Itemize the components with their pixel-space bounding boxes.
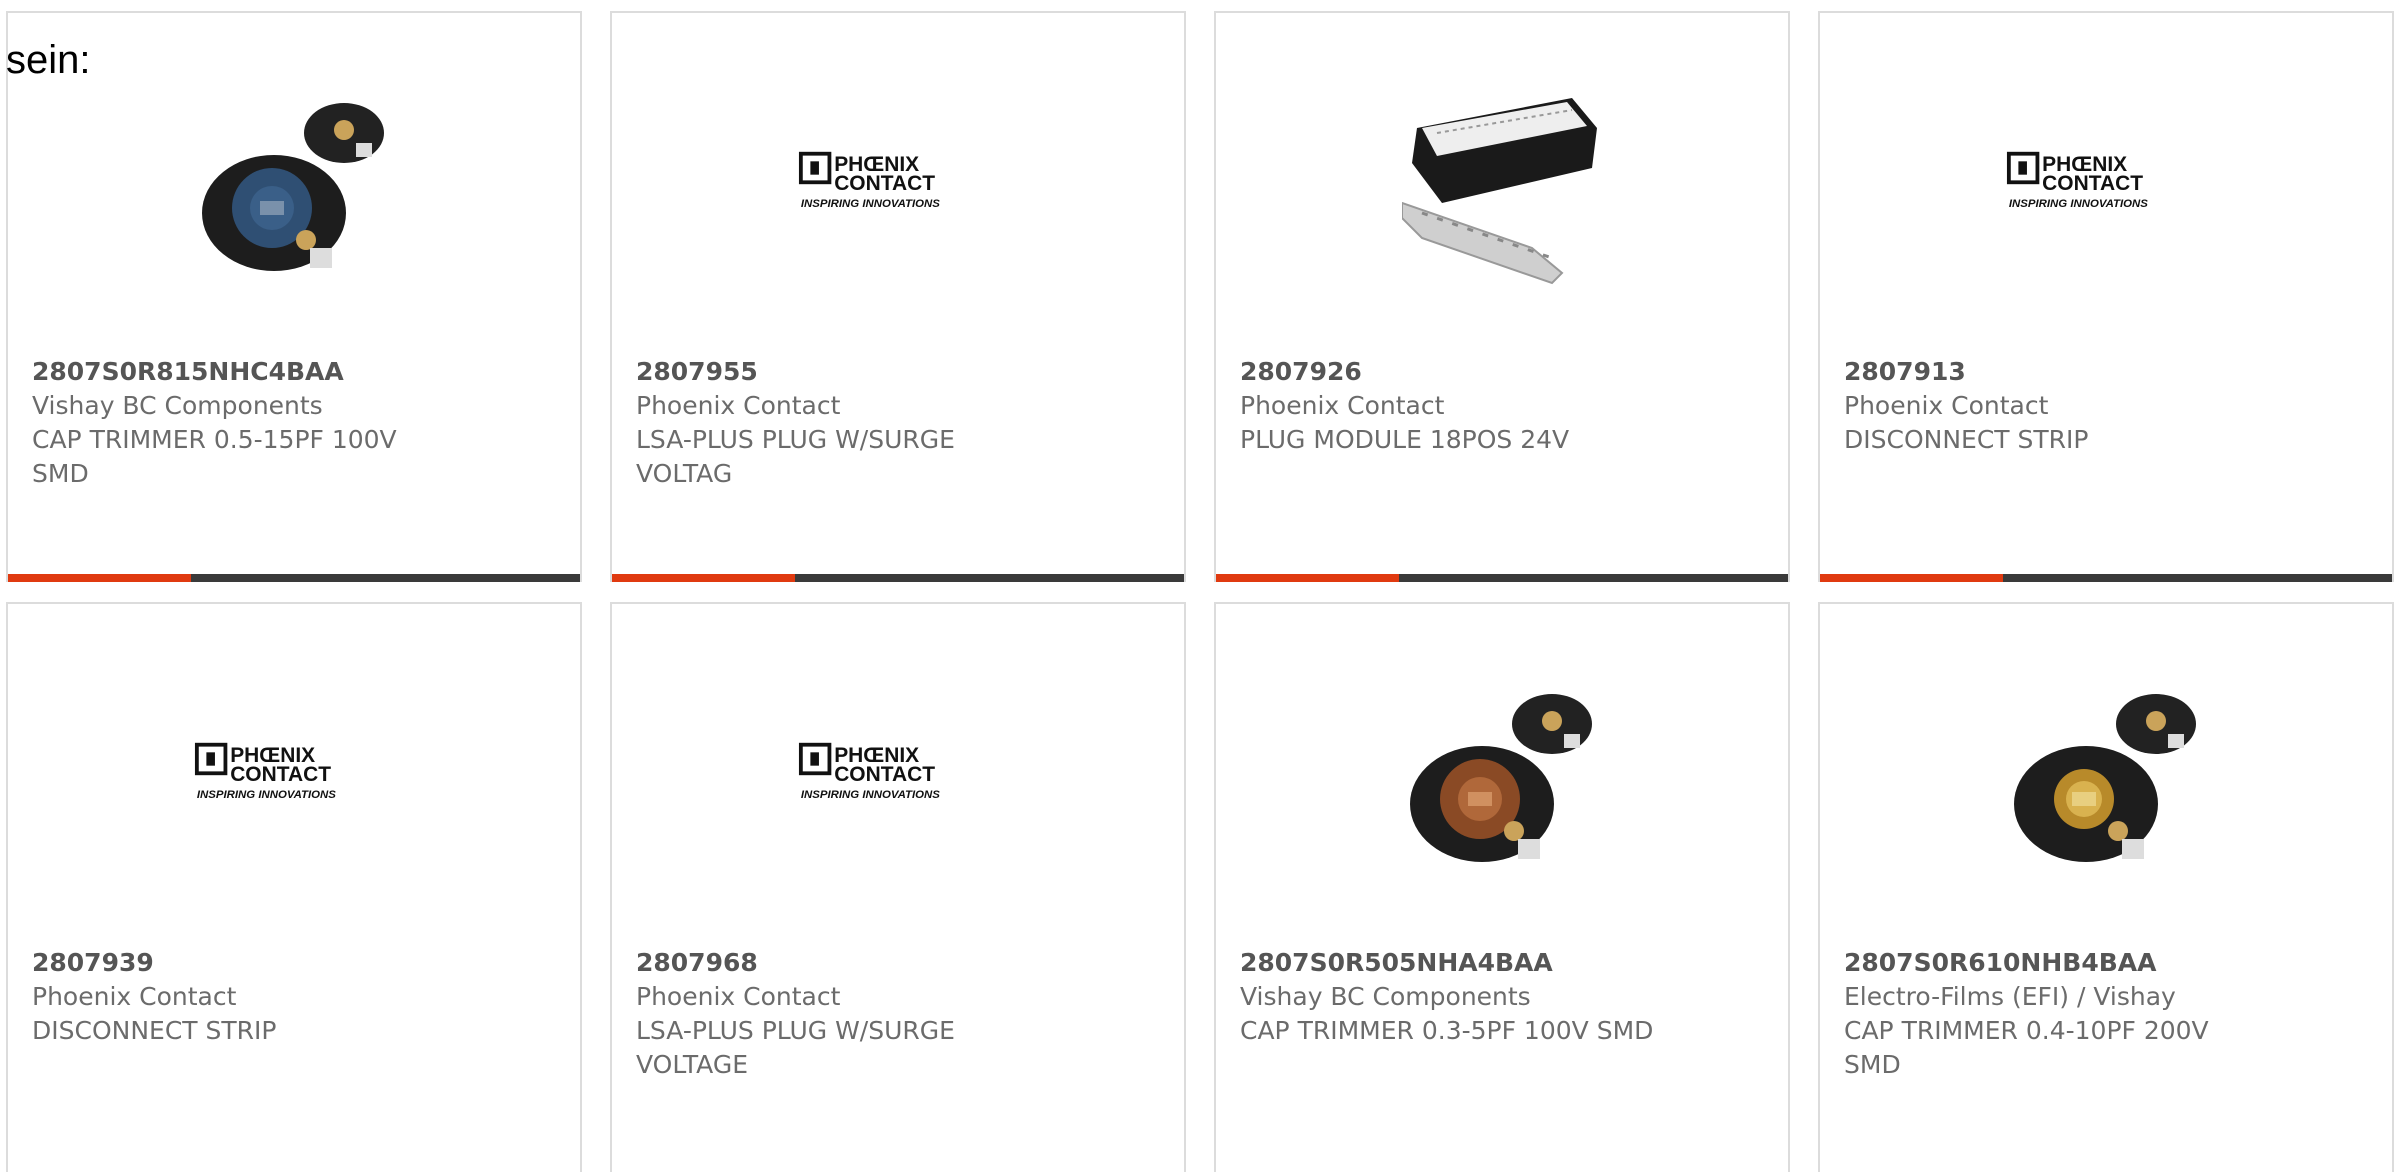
phoenix-contact-logo: PHŒNIX CONTACT INSPIRING INNOVATIONS — [798, 742, 940, 801]
manufacturer: Phoenix Contact — [636, 391, 841, 420]
phoenix-contact-logo: PHŒNIX CONTACT INSPIRING INNOVATIONS — [194, 742, 336, 801]
part-number[interactable]: 2807968 — [636, 946, 1056, 980]
intro-text: sein: — [6, 38, 91, 82]
phoenix-contact-logo: PHŒNIX CONTACT INSPIRING INNOVATIONS — [2006, 151, 2148, 210]
part-number[interactable]: 2807939 — [32, 946, 452, 980]
manufacturer: Phoenix Contact — [1844, 391, 2049, 420]
phoenix-contact-logo: PHŒNIX CONTACT INSPIRING INNOVATIONS — [798, 151, 940, 210]
product-image[interactable]: PHŒNIX CONTACT INSPIRING INNOVATIONS — [2006, 83, 2206, 293]
plug-module-image — [1402, 98, 1597, 285]
description: LSA-PLUS PLUG W/SURGE VOLTAGE — [636, 1016, 955, 1079]
product-card[interactable]: 2807S0R610NHB4BAA Electro-Films (EFI) / … — [1818, 602, 2394, 1172]
description: PLUG MODULE 18POS 24V — [1240, 425, 1570, 454]
description: DISCONNECT STRIP — [1844, 425, 2089, 454]
product-image[interactable] — [1402, 83, 1602, 293]
svg-text:INSPIRING INNOVATIONS: INSPIRING INNOVATIONS — [801, 198, 940, 210]
svg-text:CONTACT: CONTACT — [834, 172, 935, 195]
manufacturer: Phoenix Contact — [32, 982, 237, 1011]
description: CAP TRIMMER 0.4-10PF 200V SMD — [1844, 1016, 2209, 1079]
svg-text:CONTACT: CONTACT — [2042, 172, 2143, 195]
product-image[interactable] — [1402, 674, 1602, 884]
svg-text:CONTACT: CONTACT — [230, 763, 331, 786]
svg-text:INSPIRING INNOVATIONS: INSPIRING INNOVATIONS — [197, 789, 336, 801]
card-accent-bar — [1820, 574, 2392, 582]
product-image[interactable]: PHŒNIX CONTACT INSPIRING INNOVATIONS — [194, 674, 394, 884]
manufacturer: Vishay BC Components — [32, 391, 323, 420]
card-accent-bar — [612, 574, 1184, 582]
product-card[interactable]: 2807926 Phoenix Contact PLUG MODULE 18PO… — [1214, 11, 1790, 582]
manufacturer: Vishay BC Components — [1240, 982, 1531, 1011]
product-card[interactable]: PHŒNIX CONTACT INSPIRING INNOVATIONS 280… — [1818, 11, 2394, 582]
description: CAP TRIMMER 0.3-5PF 100V SMD — [1240, 1016, 1654, 1045]
product-card[interactable]: 2807S0R815NHC4BAA Vishay BC Components C… — [6, 11, 582, 582]
description: DISCONNECT STRIP — [32, 1016, 277, 1045]
product-card[interactable]: PHŒNIX CONTACT INSPIRING INNOVATIONS 280… — [6, 602, 582, 1172]
part-number[interactable]: 2807S0R610NHB4BAA — [1844, 946, 2264, 980]
part-number[interactable]: 2807955 — [636, 355, 1056, 389]
description: LSA-PLUS PLUG W/SURGE VOLTAG — [636, 425, 955, 488]
product-image[interactable]: PHŒNIX CONTACT INSPIRING INNOVATIONS — [798, 83, 998, 293]
manufacturer: Phoenix Contact — [636, 982, 841, 1011]
product-image[interactable] — [2006, 674, 2206, 884]
product-card[interactable]: PHŒNIX CONTACT INSPIRING INNOVATIONS 280… — [610, 602, 1186, 1172]
svg-text:CONTACT: CONTACT — [834, 763, 935, 786]
card-accent-bar — [1216, 574, 1788, 582]
part-number[interactable]: 2807S0R505NHA4BAA — [1240, 946, 1660, 980]
card-accent-bar — [8, 574, 580, 582]
product-image[interactable] — [194, 83, 394, 293]
part-number[interactable]: 2807926 — [1240, 355, 1660, 389]
manufacturer: Electro-Films (EFI) / Vishay — [1844, 982, 2176, 1011]
part-number[interactable]: 2807913 — [1844, 355, 2264, 389]
trimmer-capacitor-image — [202, 103, 384, 271]
manufacturer: Phoenix Contact — [1240, 391, 1445, 420]
product-image[interactable]: PHŒNIX CONTACT INSPIRING INNOVATIONS — [798, 674, 998, 884]
part-number[interactable]: 2807S0R815NHC4BAA — [32, 355, 452, 389]
description: CAP TRIMMER 0.5-15PF 100V SMD — [32, 425, 397, 488]
product-card[interactable]: 2807S0R505NHA4BAA Vishay BC Components C… — [1214, 602, 1790, 1172]
trimmer-capacitor-image — [1410, 694, 1592, 862]
svg-text:INSPIRING INNOVATIONS: INSPIRING INNOVATIONS — [2009, 198, 2148, 210]
svg-text:INSPIRING INNOVATIONS: INSPIRING INNOVATIONS — [801, 789, 940, 801]
trimmer-capacitor-image — [2014, 694, 2196, 862]
product-card[interactable]: PHŒNIX CONTACT INSPIRING INNOVATIONS 280… — [610, 11, 1186, 582]
